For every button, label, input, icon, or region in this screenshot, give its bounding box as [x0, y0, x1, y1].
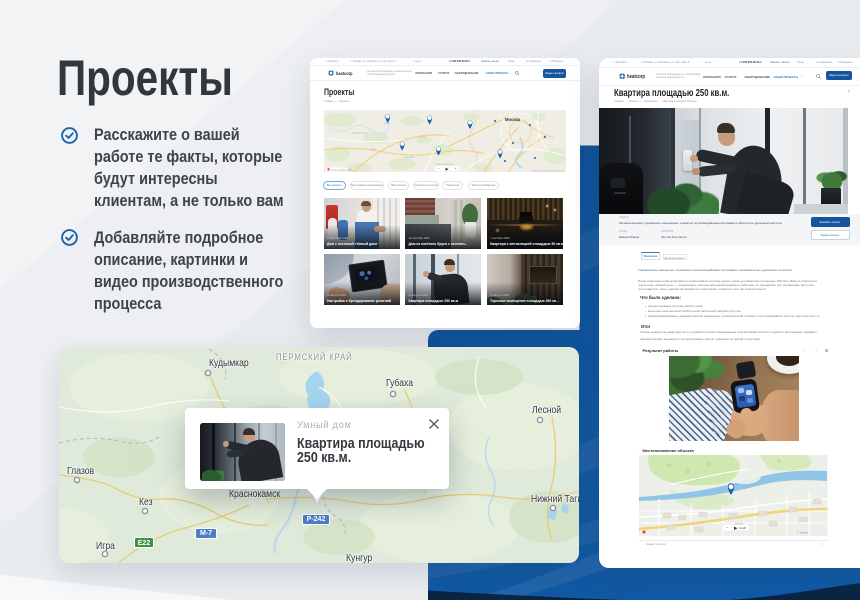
svg-text:Истра: Истра: [419, 134, 427, 138]
svg-text:© Яндекс: © Яндекс: [797, 531, 809, 535]
svg-text:−: −: [437, 166, 439, 170]
svg-text:+: +: [454, 166, 456, 170]
svg-text:Наро-Фоминск: Наро-Фоминск: [436, 161, 454, 165]
svg-text:Руза: Руза: [370, 146, 376, 150]
svg-text:Можайск: Можайск: [404, 154, 415, 158]
svg-text:Слои и Яндекс Карта: Слои и Яндекс Карта: [331, 169, 353, 171]
svg-text:Москва: Москва: [504, 116, 520, 121]
svg-text:Слои: Слои: [739, 526, 746, 530]
svg-text:© Яндекс Условия использования: © Яндекс Условия использования: [529, 169, 564, 172]
svg-text:Волоколамск: Волоколамск: [352, 130, 369, 134]
